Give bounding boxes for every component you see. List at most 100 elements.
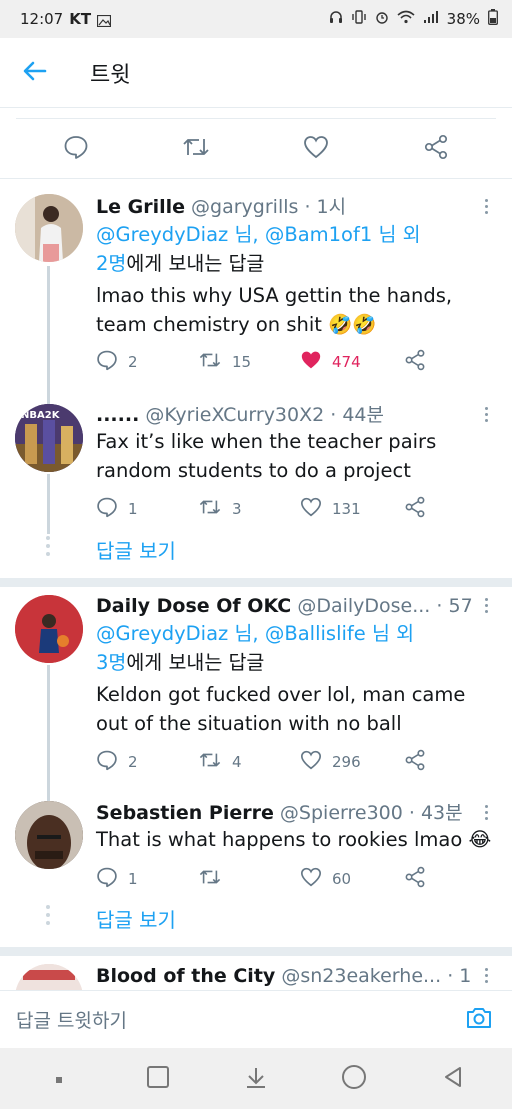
thread-line	[47, 392, 50, 404]
camera-icon	[465, 1006, 493, 1034]
others-count-link[interactable]: 3명	[96, 651, 126, 674]
share-button[interactable]	[404, 866, 426, 892]
share-icon	[423, 134, 449, 164]
share-button[interactable]	[404, 749, 426, 775]
page-title: 트윗	[90, 62, 131, 88]
more-options-button[interactable]	[478, 963, 494, 987]
more-options-button[interactable]	[478, 800, 494, 824]
reply-count: 2	[128, 753, 138, 771]
avatar[interactable]	[15, 194, 83, 262]
avatar[interactable]	[15, 801, 83, 869]
like-icon	[300, 497, 322, 521]
tweet-actions: 2 15 474	[96, 347, 496, 377]
like-button[interactable]: 474	[300, 350, 404, 374]
thread-line	[47, 474, 50, 534]
headphones-icon	[329, 10, 343, 28]
more-options-button[interactable]	[478, 194, 494, 218]
like-filled-icon	[300, 350, 322, 374]
tweet-time: · 1시	[304, 196, 347, 218]
author-handle[interactable]: @KyrieXCurry30X2	[145, 404, 324, 426]
reply-suffix: 에게 보내는 답글	[126, 252, 265, 275]
reply-button[interactable]: 2	[96, 749, 198, 775]
back-triangle-icon	[441, 1065, 465, 1093]
share-button[interactable]	[404, 496, 426, 522]
author-handle[interactable]: @DailyDose...	[297, 595, 430, 617]
reply-button[interactable]	[56, 129, 96, 169]
author-name[interactable]: Blood of the City	[96, 965, 275, 987]
thread-dots	[46, 536, 50, 560]
thread-divider	[0, 947, 512, 956]
reply-icon	[96, 349, 118, 375]
tweet-header: Blood of the City @sn23eakerhe... · 1시	[96, 961, 472, 988]
status-bar: 12:07 KT 38%	[0, 0, 512, 38]
others-count-link[interactable]: 2명	[96, 252, 126, 275]
avatar[interactable]: NBA2K	[15, 404, 83, 472]
thread-line	[47, 266, 50, 392]
author-handle[interactable]: @sn23eakerhe...	[281, 965, 441, 987]
author-name[interactable]: Daily Dose Of OKC	[96, 595, 291, 617]
tweet-header: Sebastien Pierre @Spierre300 · 43분	[96, 798, 472, 825]
author-name[interactable]: ......	[96, 404, 139, 426]
reply-button[interactable]: 2	[96, 349, 198, 375]
like-button[interactable]	[296, 129, 336, 169]
like-button[interactable]: 131	[300, 497, 404, 521]
tweet-time: · 44분	[330, 404, 385, 426]
author-name[interactable]: Sebastien Pierre	[96, 802, 274, 824]
tweet-item[interactable]: NBA2K ...... @KyrieXCurry30X2 · 44분 Fax …	[0, 392, 512, 578]
mention-link[interactable]: @Ballislife	[265, 622, 366, 645]
mention-link[interactable]: @Bam1of1	[265, 223, 372, 246]
share-button[interactable]	[416, 129, 456, 169]
reply-button[interactable]: 1	[96, 866, 198, 892]
retweet-button[interactable]: 3	[198, 496, 300, 522]
share-button[interactable]	[404, 349, 426, 375]
mention-link[interactable]: @GreydyDiaz	[96, 622, 228, 645]
like-count: 296	[332, 753, 361, 771]
divider	[0, 178, 512, 179]
back-nav-button[interactable]	[433, 1059, 473, 1099]
retweet-icon	[198, 749, 222, 775]
author-name[interactable]: Le Grille	[96, 196, 185, 218]
reply-count: 1	[128, 870, 138, 888]
retweet-button[interactable]	[176, 129, 216, 169]
show-replies-link[interactable]: 답글 보기	[96, 904, 176, 933]
retweet-button[interactable]	[198, 866, 300, 892]
camera-button[interactable]	[462, 1003, 496, 1037]
more-options-button[interactable]	[478, 402, 494, 426]
app-bar: 트윗	[0, 38, 512, 108]
more-options-button[interactable]	[478, 593, 494, 617]
tweet-item[interactable]: Sebastien Pierre @Spierre300 · 43분 That …	[0, 797, 512, 947]
tweet-item[interactable]: Daily Dose Of OKC @DailyDose... · 57분 @G…	[0, 587, 512, 797]
reply-button[interactable]: 1	[96, 496, 198, 522]
tweet-text: lmao this why USA gettin the hands, team…	[96, 284, 453, 336]
reply-icon	[63, 134, 89, 164]
tweet-item[interactable]: Le Grille @garygrills · 1시 @GreydyDiaz 님…	[0, 180, 512, 392]
avatar[interactable]	[15, 964, 83, 990]
status-carrier: KT	[69, 10, 92, 28]
back-button[interactable]	[0, 38, 70, 108]
retweet-button[interactable]: 4	[198, 749, 300, 775]
avatar[interactable]	[15, 595, 83, 663]
retweet-button[interactable]: 15	[198, 349, 300, 375]
recent-apps-button[interactable]	[138, 1059, 178, 1099]
tweet-item[interactable]: Blood of the City @sn23eakerhe... · 1시	[0, 956, 512, 990]
reply-icon	[96, 866, 118, 892]
like-icon	[300, 867, 322, 891]
gallery-notification-icon	[96, 13, 112, 28]
retweet-count: 3	[232, 500, 242, 518]
dot-icon	[55, 1069, 63, 1088]
reply-composer[interactable]: 답글 트윗하기	[0, 990, 512, 1048]
tweet-text: Fax it’s like when the teacher pairs ran…	[96, 430, 437, 482]
reply-input[interactable]: 답글 트윗하기	[16, 1006, 462, 1033]
mention-link[interactable]: @GreydyDiaz	[96, 223, 228, 246]
author-handle[interactable]: @garygrills	[191, 196, 298, 218]
home-button[interactable]	[334, 1059, 374, 1099]
show-replies-link[interactable]: 답글 보기	[96, 535, 176, 564]
like-button[interactable]: 296	[300, 750, 404, 774]
nav-menu-dot-button[interactable]	[39, 1059, 79, 1099]
thread-divider	[0, 578, 512, 587]
like-button[interactable]: 60	[300, 867, 404, 891]
author-handle[interactable]: @Spierre300	[280, 802, 403, 824]
thread-line	[47, 665, 50, 797]
hide-keyboard-button[interactable]	[236, 1059, 276, 1099]
recent-apps-icon	[146, 1065, 170, 1093]
